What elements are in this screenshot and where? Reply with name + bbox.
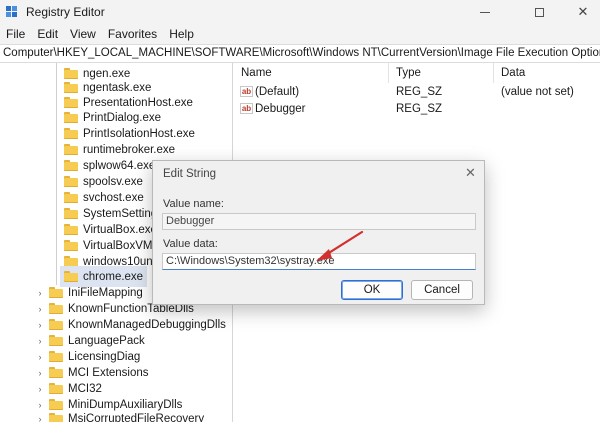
tree-item-label: VirtualBox.exe — [83, 223, 157, 236]
folder-open-icon — [64, 271, 78, 282]
menu-help[interactable]: Help — [163, 27, 200, 41]
tree-item-label: MCI Extensions — [68, 366, 149, 379]
folder-icon — [64, 224, 78, 235]
tree-item-label: PrintIsolationHost.exe — [83, 127, 195, 140]
value-row-default[interactable]: ab (Default) — [240, 83, 299, 101]
folder-icon — [49, 319, 63, 330]
cancel-button[interactable]: Cancel — [411, 280, 473, 300]
tree-guide-line — [56, 63, 57, 285]
chevron-right-icon[interactable]: › — [36, 384, 44, 394]
tree-item[interactable]: › MsiCorruptedFileRecovery — [36, 408, 204, 422]
tree-item-label: MCI32 — [68, 382, 102, 395]
folder-icon — [64, 112, 78, 123]
value-name-label: Value name: — [163, 198, 224, 210]
chevron-right-icon[interactable]: › — [36, 368, 44, 378]
folder-icon — [64, 208, 78, 219]
value-row-debugger[interactable]: ab Debugger — [240, 100, 306, 118]
tree-item-label: chrome.exe — [83, 270, 144, 283]
maximize-button[interactable] — [516, 0, 562, 24]
chevron-right-icon[interactable]: › — [36, 336, 44, 346]
folder-icon — [64, 144, 78, 155]
folder-icon — [64, 240, 78, 251]
address-bar[interactable]: Computer\HKEY_LOCAL_MACHINE\SOFTWARE\Mic… — [0, 44, 600, 63]
string-value-icon: ab — [240, 103, 253, 115]
folder-icon — [49, 351, 63, 362]
value-name-field: Debugger — [162, 213, 476, 230]
folder-icon — [49, 335, 63, 346]
registry-editor-icon — [6, 6, 18, 18]
chevron-right-icon[interactable]: › — [36, 320, 44, 330]
close-button[interactable]: ✕ — [560, 0, 600, 24]
tree-item-label: splwow64.exe — [83, 159, 156, 172]
folder-icon — [49, 367, 63, 378]
minimize-button[interactable] — [462, 0, 508, 24]
title-bar: Registry Editor ✕ — [0, 0, 600, 24]
folder-icon — [49, 287, 63, 298]
tree-item-label: MsiCorruptedFileRecovery — [68, 412, 205, 422]
minimize-icon — [480, 11, 490, 13]
chevron-right-icon[interactable]: › — [36, 414, 44, 422]
value-data-input[interactable]: C:\Windows\System32\systray.exe — [162, 253, 476, 270]
folder-icon — [49, 303, 63, 314]
tree-item-label: runtimebroker.exe — [83, 143, 176, 156]
close-icon: ✕ — [577, 4, 589, 19]
folder-icon — [49, 413, 63, 422]
value-type: REG_SZ — [396, 86, 443, 98]
maximize-icon — [534, 7, 544, 17]
menu-favorites[interactable]: Favorites — [102, 27, 163, 41]
folder-icon — [49, 383, 63, 394]
window-title: Registry Editor — [26, 5, 105, 19]
chevron-right-icon[interactable]: › — [36, 304, 44, 314]
column-header-type[interactable]: Type — [389, 63, 493, 83]
tree-item-label: LanguagePack — [68, 334, 145, 347]
tree-item-label: IniFileMapping — [68, 286, 143, 299]
string-value-icon: ab — [240, 86, 253, 98]
value-data-label: Value data: — [163, 238, 218, 250]
menu-view[interactable]: View — [64, 27, 102, 41]
menu-edit[interactable]: Edit — [31, 27, 64, 41]
folder-icon — [64, 160, 78, 171]
dialog-close-icon[interactable]: ✕ — [465, 165, 476, 181]
value-data: (value not set) — [501, 86, 574, 98]
chevron-right-icon[interactable]: › — [36, 352, 44, 362]
tree-item-label: spoolsv.exe — [83, 175, 143, 188]
column-header-data[interactable]: Data — [494, 63, 600, 83]
ok-button[interactable]: OK — [341, 280, 403, 300]
value-type: REG_SZ — [396, 103, 443, 115]
value-name: (Default) — [255, 86, 300, 98]
tree-item-label: svchost.exe — [83, 191, 144, 204]
tree-item-label: VirtualBoxVM.e — [83, 239, 163, 252]
tree-item-label: KnownManagedDebuggingDlls — [68, 318, 226, 331]
menu-bar: File Edit View Favorites Help — [0, 24, 600, 44]
menu-file[interactable]: File — [0, 27, 31, 41]
edit-string-dialog: Edit String ✕ Value name: Debugger Value… — [152, 160, 485, 305]
column-header-name[interactable]: Name — [234, 63, 386, 83]
value-name: Debugger — [255, 103, 306, 115]
tree-item-label: SystemSettings — [83, 207, 163, 220]
folder-icon — [64, 192, 78, 203]
chevron-right-icon[interactable]: › — [36, 288, 44, 298]
folder-icon — [64, 176, 78, 187]
tree-item-label: LicensingDiag — [68, 350, 141, 363]
folder-icon — [64, 128, 78, 139]
dialog-title: Edit String — [163, 168, 217, 180]
tree-item-label: PrintDialog.exe — [83, 111, 161, 124]
